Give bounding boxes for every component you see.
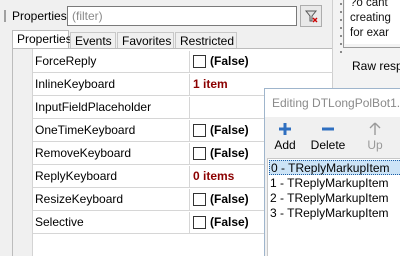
arrow-up-icon xyxy=(369,122,381,135)
property-name: Selective xyxy=(33,212,190,233)
ide-screen: ?o cant creating for exar Raw resp Prope… xyxy=(0,0,400,256)
item-count: 1 item xyxy=(193,77,228,91)
list-item[interactable]: 3 - TReplyMarkupItem xyxy=(269,206,400,221)
checkbox[interactable] xyxy=(193,216,206,229)
move-up-button[interactable]: Up xyxy=(361,118,389,154)
bool-value: (False) xyxy=(210,123,249,137)
inspector-header: Properties (filter) xyxy=(0,4,332,28)
up-label: Up xyxy=(367,138,383,152)
tab-restricted[interactable]: Restricted xyxy=(175,32,237,49)
memo-frame xyxy=(343,0,400,48)
property-value[interactable]: (False) xyxy=(191,51,333,72)
property-name: ReplyKeyboard xyxy=(33,166,190,187)
item-list[interactable]: 0 - TReplyMarkupItem 1 - TReplyMarkupIte… xyxy=(267,158,400,256)
property-row[interactable]: ForceReply (False) xyxy=(33,51,333,73)
raw-response-label: Raw resp xyxy=(352,59,400,73)
item-count: 0 items xyxy=(193,169,235,183)
property-name: InputFieldPlaceholder xyxy=(33,97,190,118)
property-name: ResizeKeyboard xyxy=(33,189,190,210)
delete-button[interactable]: Delete xyxy=(304,118,352,154)
list-item[interactable]: 2 - TReplyMarkupItem xyxy=(269,191,400,206)
clear-filter-icon xyxy=(304,10,318,23)
checkbox[interactable] xyxy=(193,55,206,68)
list-item[interactable]: 1 - TReplyMarkupItem xyxy=(269,176,400,191)
add-button[interactable]: Add xyxy=(268,118,302,154)
property-name: InlineKeyboard xyxy=(33,74,190,95)
add-icon xyxy=(279,123,291,135)
collection-editor-window: Editing DTLongPolBot1.Re Add Delete Up xyxy=(264,88,400,256)
editor-title[interactable]: Editing DTLongPolBot1.Re xyxy=(265,89,400,117)
list-item[interactable]: 0 - TReplyMarkupItem xyxy=(269,160,400,175)
property-name: ForceReply xyxy=(33,51,190,72)
bool-value: (False) xyxy=(210,54,249,68)
tab-properties[interactable]: Properties xyxy=(12,30,72,49)
tab-events[interactable]: Events xyxy=(70,32,116,49)
checkbox[interactable] xyxy=(193,147,206,160)
bool-value: (False) xyxy=(210,146,249,160)
checkbox[interactable] xyxy=(193,193,206,206)
delete-label: Delete xyxy=(310,138,346,152)
editor-toolbar: Add Delete Up xyxy=(265,118,400,156)
bool-value: (False) xyxy=(210,192,249,206)
clear-filter-button[interactable] xyxy=(300,5,322,27)
add-label: Add xyxy=(274,138,296,152)
property-name: RemoveKeyboard xyxy=(33,143,190,164)
tab-favorites[interactable]: Favorites xyxy=(117,32,174,49)
property-name: OneTimeKeyboard xyxy=(33,120,190,141)
checkbox[interactable] xyxy=(193,124,206,137)
properties-title: Properties xyxy=(12,9,67,23)
filter-input[interactable]: (filter) xyxy=(67,6,297,26)
property-grid-gutter xyxy=(13,49,33,256)
delete-icon xyxy=(322,127,334,131)
drag-grip-icon[interactable] xyxy=(4,10,6,22)
bool-value: (False) xyxy=(210,215,249,229)
